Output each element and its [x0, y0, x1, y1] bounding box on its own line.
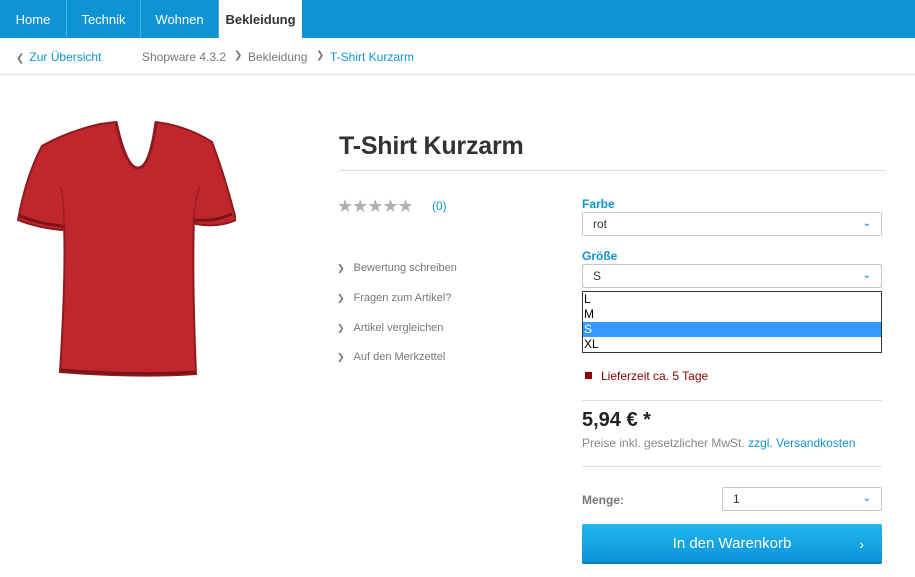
rating-count-link[interactable]: (0): [432, 199, 447, 213]
product-price: 5,94 € *: [582, 409, 651, 431]
breadcrumb-item-category[interactable]: Bekleidung: [248, 50, 307, 64]
write-review-link[interactable]: ❯ Bewertung schreiben: [337, 262, 457, 274]
rating-stars-icon: ★★★★★: [337, 196, 414, 216]
nav-tab-home[interactable]: Home: [0, 0, 67, 38]
color-select[interactable]: rot ⌄: [582, 212, 882, 236]
nav-tab-technik[interactable]: Technik: [67, 0, 141, 38]
size-option-xl[interactable]: XL: [583, 337, 881, 352]
chevron-right-icon: ❯: [337, 352, 345, 362]
shipping-costs-link[interactable]: zzgl. Versandkosten: [748, 436, 855, 450]
ask-question-link[interactable]: ❯ Fragen zum Artikel?: [337, 292, 451, 304]
chevron-down-icon: ⌄: [862, 218, 871, 229]
compare-article-link[interactable]: ❯ Artikel vergleichen: [337, 322, 443, 334]
main-navigation: Home Technik Wohnen Bekleidung: [0, 0, 915, 38]
size-option-s[interactable]: S: [583, 322, 881, 337]
chevron-down-icon: ⌄: [862, 270, 871, 281]
quantity-label: Menge:: [582, 493, 624, 507]
chevron-right-icon: ❯: [337, 323, 345, 333]
price-note: Preise inkl. gesetzlicher MwSt. zzgl. Ve…: [582, 436, 856, 450]
size-option-l[interactable]: L: [583, 292, 881, 307]
divider: [582, 400, 882, 401]
chevron-left-icon: ❮: [16, 53, 25, 64]
size-select[interactable]: S ⌄: [582, 264, 882, 288]
back-to-overview-link[interactable]: ❮ Zur Übersicht: [16, 50, 101, 64]
size-label: Größe: [582, 249, 618, 263]
add-to-wishlist-link[interactable]: ❯ Auf den Merkzettel: [337, 351, 445, 363]
divider: [339, 170, 886, 171]
product-title: T-Shirt Kurzarm: [339, 132, 524, 160]
breadcrumb-item-shop[interactable]: Shopware 4.3.2: [142, 50, 226, 64]
breadcrumb: ❮ Zur Übersicht Shopware 4.3.2 ❯ Bekleidu…: [0, 38, 915, 76]
chevron-right-icon: ❯: [337, 263, 345, 273]
product-image[interactable]: [16, 116, 238, 380]
divider: [582, 466, 882, 467]
chevron-right-icon: ›: [859, 536, 864, 552]
size-options-list: L M S XL: [582, 291, 882, 353]
chevron-right-icon: ❯: [337, 293, 345, 303]
size-option-m[interactable]: M: [583, 307, 881, 322]
color-label: Farbe: [582, 197, 615, 211]
chevron-right-icon: ❯: [316, 50, 325, 61]
delivery-status-icon: [585, 372, 592, 379]
delivery-time: Lieferzeit ca. 5 Tage: [601, 369, 709, 383]
nav-tab-wohnen[interactable]: Wohnen: [141, 0, 219, 38]
chevron-right-icon: ❯: [234, 50, 243, 61]
add-to-cart-button[interactable]: In den Warenkorb ›: [582, 524, 882, 564]
nav-tab-bekleidung[interactable]: Bekleidung: [219, 0, 302, 38]
quantity-select[interactable]: 1 ⌄: [722, 487, 882, 511]
breadcrumb-item-product[interactable]: T-Shirt Kurzarm: [330, 50, 414, 64]
chevron-down-icon: ⌄: [862, 493, 871, 504]
